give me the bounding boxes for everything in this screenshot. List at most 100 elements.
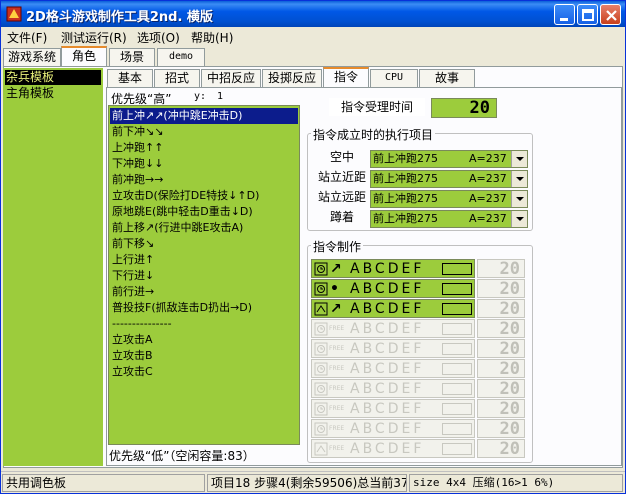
- tab-command[interactable]: 指令: [323, 67, 369, 87]
- combo-attr: A=237: [469, 192, 507, 205]
- list-item[interactable]: 前行进→: [110, 284, 298, 300]
- menu-test-run[interactable]: 测试运行(R): [61, 29, 127, 46]
- exec-select-crouch[interactable]: 前上冲跑275 A=237: [370, 210, 528, 228]
- run-icon: [314, 302, 328, 316]
- accept-time-value[interactable]: 20: [431, 98, 497, 118]
- tab-hit-reaction[interactable]: 中招反应: [201, 69, 261, 87]
- command-seq-row[interactable]: FREE ABCDEF 20: [311, 319, 527, 338]
- title-bar[interactable]: 2D格斗游戏制作工具2nd. 横版: [1, 1, 625, 27]
- tab-cpu[interactable]: CPU: [370, 69, 418, 87]
- command-seq-row[interactable]: FREE ABCDEF 20: [311, 439, 527, 458]
- command-seq-row[interactable]: FREE ABCDEF 20: [311, 379, 527, 398]
- frame-value[interactable]: 20: [477, 359, 525, 378]
- button-letters: ABCDEF: [350, 261, 425, 277]
- frame-value[interactable]: 20: [477, 319, 525, 338]
- chevron-down-icon[interactable]: [511, 211, 527, 227]
- make-group-title: 指令制作: [311, 238, 364, 255]
- exec-label-stand-near: 站立近距: [317, 170, 366, 184]
- gauge-box: [442, 263, 472, 275]
- status-info: 项目18 步骤4(剩余59506)总当前376: [207, 474, 407, 492]
- command-seq-box[interactable]: FREE ABCDEF: [311, 359, 475, 378]
- list-item[interactable]: 上冲跑↑↑: [110, 140, 298, 156]
- list-item[interactable]: 前上移↗(行进中跳E攻击A): [110, 220, 298, 236]
- command-seq-row[interactable]: • ABCDEF 20: [311, 279, 527, 298]
- list-item[interactable]: 主角模板: [5, 86, 101, 101]
- list-item[interactable]: 前下冲↘↘: [110, 124, 298, 140]
- list-item[interactable]: 前下移↘: [110, 236, 298, 252]
- menu-help[interactable]: 帮助(H): [191, 29, 233, 46]
- maximize-button[interactable]: [577, 4, 598, 25]
- gauge-box: [442, 423, 472, 435]
- command-seq-box[interactable]: • ABCDEF: [311, 279, 475, 298]
- app-window: 2D格斗游戏制作工具2nd. 横版 文件(F) 测试运行(R) 选项(O) 帮助…: [0, 0, 626, 494]
- list-item[interactable]: 杂兵模板: [5, 70, 101, 85]
- command-seq-box[interactable]: FREE ABCDEF: [311, 439, 475, 458]
- chevron-down-icon[interactable]: [511, 171, 527, 187]
- frame-value[interactable]: 20: [477, 279, 525, 298]
- command-seq-box[interactable]: ↗ ABCDEF: [311, 299, 475, 318]
- exec-select-stand-far[interactable]: 前上冲跑275 A=237: [370, 190, 528, 208]
- command-seq-row[interactable]: FREE ABCDEF 20: [311, 339, 527, 358]
- tab-basic[interactable]: 基本: [107, 69, 153, 87]
- close-button[interactable]: [600, 4, 621, 25]
- frame-value[interactable]: 20: [477, 299, 525, 318]
- list-item[interactable]: 上行进↑: [110, 252, 298, 268]
- list-item[interactable]: 前冲跑→→: [110, 172, 298, 188]
- free-label: FREE: [329, 445, 345, 452]
- tab-game-system[interactable]: 游戏系统: [3, 48, 61, 66]
- command-seq-box[interactable]: FREE ABCDEF: [311, 379, 475, 398]
- free-label: FREE: [329, 405, 345, 412]
- tab-character[interactable]: 角色: [61, 46, 107, 66]
- exec-select-air[interactable]: 前上冲跑275 A=237: [370, 150, 528, 168]
- list-item[interactable]: 下冲跑↓↓: [110, 156, 298, 172]
- list-item[interactable]: 前上冲↗↗(冲中跳E冲击D): [110, 108, 298, 124]
- button-letters: ABCDEF: [350, 381, 425, 397]
- tab-story[interactable]: 故事: [419, 69, 475, 87]
- list-item[interactable]: 立攻击B: [110, 348, 298, 364]
- tab-demo[interactable]: demo: [157, 48, 205, 66]
- chevron-down-icon[interactable]: [511, 151, 527, 167]
- list-item[interactable]: 普投技F(抓敌连击D扔出→D): [110, 300, 298, 316]
- clock-icon: [314, 382, 328, 396]
- frame-value[interactable]: 20: [477, 419, 525, 438]
- chevron-down-icon[interactable]: [511, 191, 527, 207]
- frame-value[interactable]: 20: [477, 259, 525, 278]
- command-list[interactable]: 前上冲↗↗(冲中跳E冲击D) 前下冲↘↘ 上冲跑↑↑ 下冲跑↓↓ 前冲跑→→ 立…: [108, 105, 300, 445]
- command-seq-box[interactable]: FREE ABCDEF: [311, 339, 475, 358]
- menu-options[interactable]: 选项(O): [137, 29, 180, 46]
- command-seq-row[interactable]: FREE ABCDEF 20: [311, 399, 527, 418]
- list-item[interactable]: 立攻击A: [110, 332, 298, 348]
- button-letters: ABCDEF: [350, 441, 425, 457]
- exec-select-stand-near[interactable]: 前上冲跑275 A=237: [370, 170, 528, 188]
- frame-value[interactable]: 20: [477, 379, 525, 398]
- frame-value[interactable]: 20: [477, 399, 525, 418]
- tab-throw-reaction[interactable]: 投掷反应: [262, 69, 322, 87]
- command-seq-row[interactable]: FREE ABCDEF 20: [311, 419, 527, 438]
- list-item[interactable]: 立攻击C: [110, 364, 298, 380]
- clock-icon: [314, 422, 328, 436]
- command-seq-row[interactable]: ↗ ABCDEF 20: [311, 299, 527, 318]
- window-title: 2D格斗游戏制作工具2nd. 横版: [26, 10, 213, 25]
- tab-moves[interactable]: 招式: [154, 69, 200, 87]
- combo-value: 前上冲跑275: [373, 192, 438, 205]
- command-seq-box[interactable]: FREE ABCDEF: [311, 419, 475, 438]
- frame-value[interactable]: 20: [477, 439, 525, 458]
- tab-stage[interactable]: 场景: [109, 48, 155, 66]
- status-bar: 共用调色板 项目18 步骤4(剩余59506)总当前376 size 4x4 压…: [1, 471, 625, 493]
- direction-arrow: ↗: [330, 301, 343, 317]
- command-seq-box[interactable]: FREE ABCDEF: [311, 399, 475, 418]
- command-seq-box[interactable]: ↗ ABCDEF: [311, 259, 475, 278]
- app-icon: [6, 6, 22, 22]
- list-item[interactable]: 立攻击D(保险打DE特技↓↑D): [110, 188, 298, 204]
- command-seq-row[interactable]: ↗ ABCDEF 20: [311, 259, 527, 278]
- menu-file[interactable]: 文件(F): [7, 29, 47, 46]
- button-letters: ABCDEF: [350, 361, 425, 377]
- status-palette: 共用调色板: [2, 474, 205, 492]
- minimize-button[interactable]: [554, 4, 575, 25]
- command-seq-row[interactable]: FREE ABCDEF 20: [311, 359, 527, 378]
- command-seq-box[interactable]: FREE ABCDEF: [311, 319, 475, 338]
- character-list[interactable]: 杂兵模板 主角模板: [3, 68, 103, 466]
- frame-value[interactable]: 20: [477, 339, 525, 358]
- list-item[interactable]: 原地跳E(跳中轻击D重击↓D): [110, 204, 298, 220]
- list-item[interactable]: 下行进↓: [110, 268, 298, 284]
